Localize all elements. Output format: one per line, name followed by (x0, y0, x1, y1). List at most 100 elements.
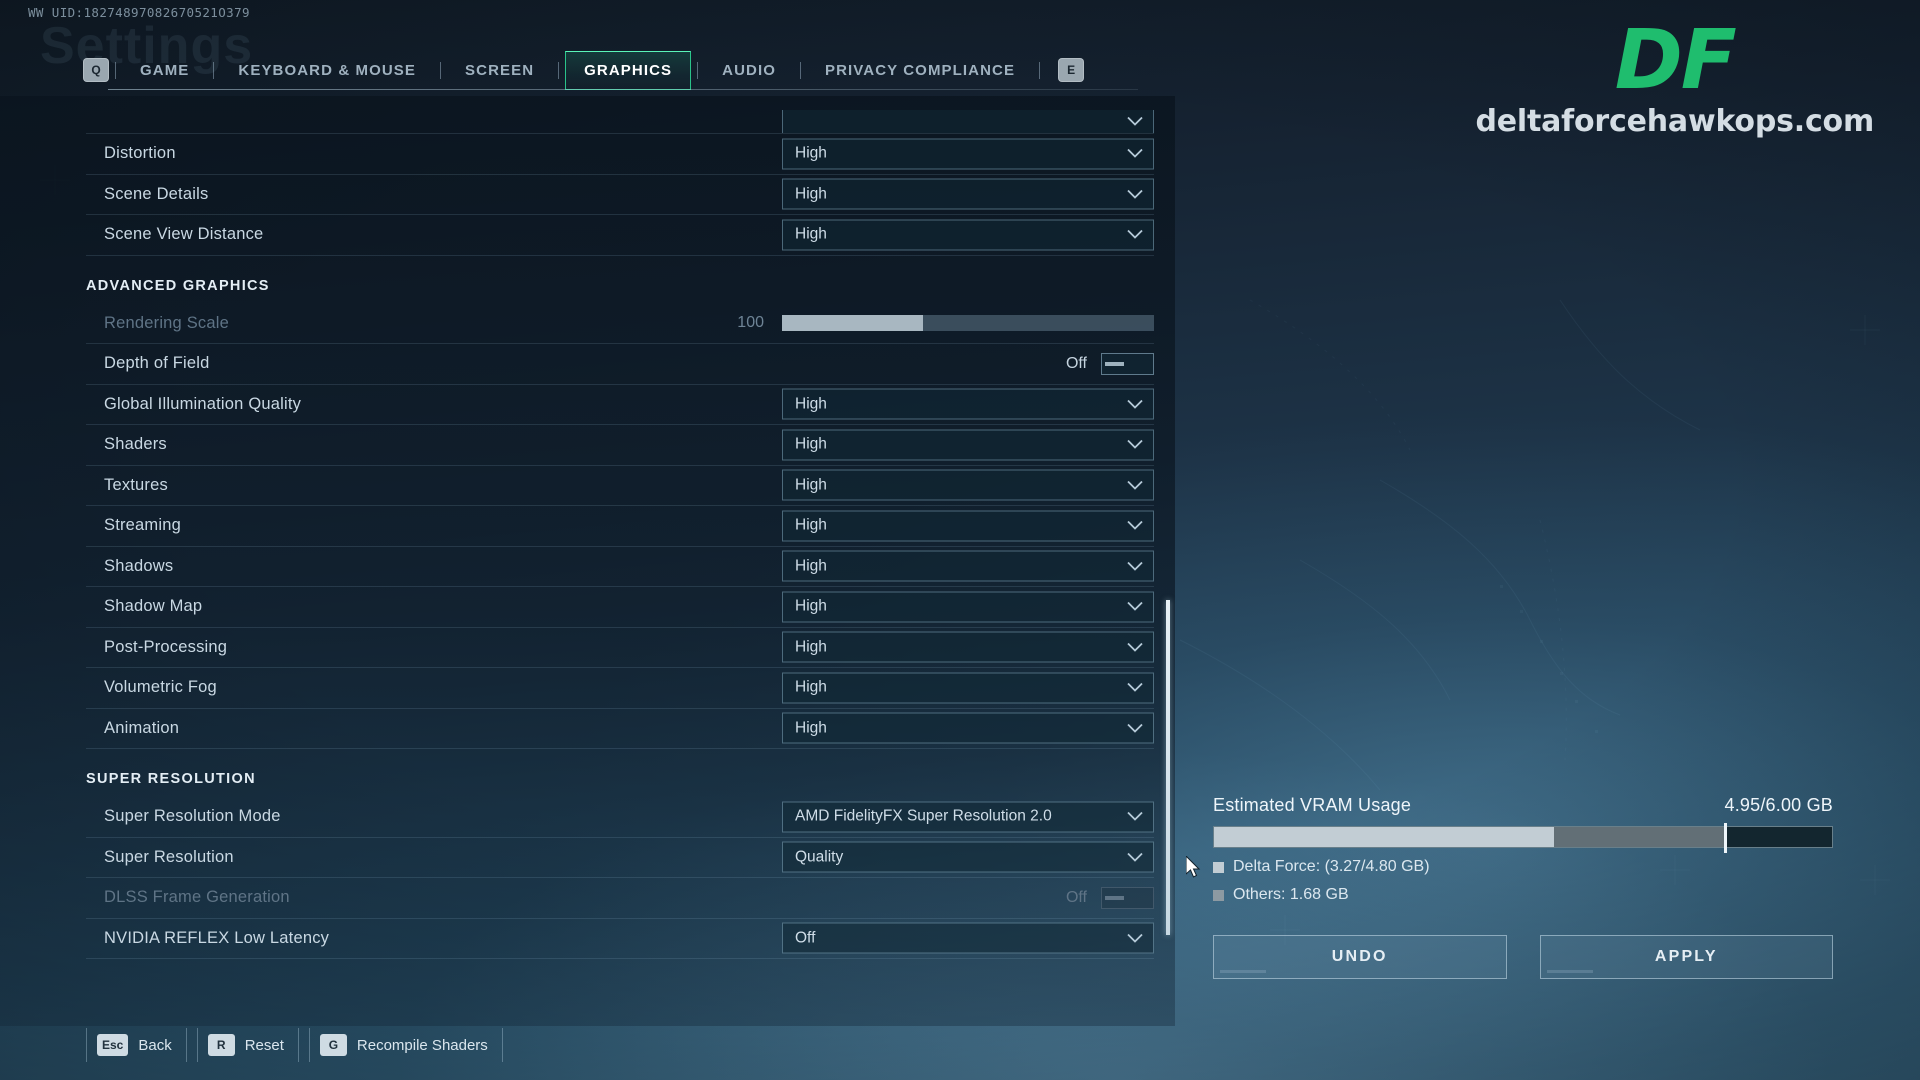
apply-button[interactable]: APPLY (1539, 935, 1833, 979)
dropdown-value: High (795, 225, 827, 243)
toggle-state-label: Off (1065, 888, 1087, 906)
setting-dropdown[interactable] (782, 110, 1154, 133)
setting-dropdown[interactable]: High (782, 138, 1154, 170)
legend-label: Delta Force: (3.27/4.80 GB) (1233, 858, 1430, 875)
dropdown-value: Off (795, 929, 816, 947)
tab-separator (697, 61, 699, 79)
setting-dropdown[interactable]: High (782, 219, 1154, 251)
settings-action-buttons: UNDO APPLY (1213, 935, 1833, 979)
setting-dropdown[interactable]: High (782, 712, 1154, 744)
setting-dropdown[interactable]: High (782, 672, 1154, 704)
settings-group-title: SUPER RESOLUTION (86, 771, 256, 787)
hint-reset[interactable]: R Reset (196, 1028, 299, 1062)
settings-tab-bar: Q GAME KEYBOARD & MOUSE SCREEN GRAPHICS AUDI… (0, 46, 1175, 94)
setting-dropdown[interactable]: AMD FidelityFX Super Resolution 2.0 (782, 801, 1154, 833)
tab-separator (558, 61, 560, 79)
undo-button[interactable]: UNDO (1213, 935, 1507, 979)
setting-slider (782, 315, 1154, 332)
hint-label: Reset (244, 1036, 284, 1054)
tab-audio[interactable]: AUDIO (704, 52, 794, 89)
settings-scrollbar[interactable] (1166, 600, 1170, 935)
tab-game[interactable]: GAME (122, 52, 207, 89)
setting-label: Post-Processing (104, 637, 228, 656)
setting-dropdown[interactable]: High (782, 591, 1154, 623)
setting-row[interactable]: Scene Details High (86, 175, 1154, 215)
chevron-down-icon (1127, 852, 1143, 862)
keyboard-hint-bar: Esc Back R Reset G Recompile Shaders (86, 1028, 513, 1062)
toggle-knob (1105, 895, 1124, 900)
setting-dropdown[interactable]: High (782, 388, 1154, 420)
hint-back[interactable]: Esc Back (86, 1028, 187, 1062)
setting-row[interactable]: Distortion High (86, 134, 1154, 175)
setting-dropdown[interactable]: Off (782, 922, 1154, 954)
setting-row[interactable]: Shadow Map High (86, 587, 1154, 628)
watermark-url: deltaforcehawkops.com (1475, 103, 1874, 139)
tab-separator (115, 61, 116, 79)
tab-privacy-compliance[interactable]: PRIVACY COMPLIANCE (807, 52, 1033, 89)
next-tab-key[interactable]: E (1058, 58, 1085, 82)
vram-title: Estimated VRAM Usage (1213, 795, 1412, 815)
df-logo: DF (1614, 13, 1737, 108)
tab-separator (1039, 61, 1041, 79)
vram-legend: Delta Force: (3.27/4.80 GB) Others: 1.68 … (1213, 858, 1833, 904)
tab-separator (440, 61, 442, 79)
tab-graphics[interactable]: GRAPHICS (565, 50, 692, 90)
setting-row[interactable]: Super Resolution Quality (86, 838, 1154, 878)
dropdown-value: High (795, 597, 827, 615)
dropdown-value: High (795, 719, 827, 737)
setting-dropdown[interactable]: High (782, 469, 1154, 501)
tab-keyboard-mouse[interactable]: KEYBOARD & MOUSE (220, 52, 434, 89)
prev-tab-key[interactable]: Q (83, 58, 109, 82)
dropdown-value: High (795, 678, 827, 696)
tab-bar-underline (108, 89, 1138, 90)
dropdown-value: High (795, 395, 827, 413)
setting-row: Rendering Scale 100 (86, 304, 1154, 344)
vram-segment-game (1214, 827, 1554, 847)
legend-swatch (1213, 889, 1224, 901)
setting-row[interactable]: Shadows High (86, 547, 1154, 587)
setting-dropdown[interactable]: High (782, 429, 1154, 461)
mouse-cursor (1186, 856, 1201, 878)
setting-dropdown[interactable]: High (782, 631, 1154, 663)
setting-row[interactable]: Volumetric Fog High (86, 668, 1154, 709)
setting-dropdown[interactable]: High (782, 550, 1154, 582)
tab-separator (213, 61, 215, 79)
setting-row[interactable]: Global Illumination Quality High (86, 385, 1154, 425)
setting-row[interactable]: Textures High (86, 466, 1154, 506)
setting-toggle[interactable] (1101, 352, 1154, 375)
setting-row[interactable]: Super Resolution Mode AMD FidelityFX Supe… (86, 797, 1154, 838)
settings-group-title: ADVANCED GRAPHICS (86, 277, 270, 294)
hint-label: Recompile Shaders (356, 1036, 488, 1054)
setting-label: Distortion (104, 144, 176, 163)
setting-row[interactable]: Scene View Distance High (86, 215, 1154, 256)
setting-dropdown[interactable]: Quality (782, 841, 1154, 873)
setting-row[interactable]: Depth of Field Off (86, 344, 1154, 385)
legend-swatch (1213, 861, 1224, 873)
dropdown-value: High (795, 476, 827, 494)
tab-separator (799, 61, 801, 79)
setting-row[interactable]: Shaders High (86, 425, 1154, 466)
setting-dropdown[interactable]: High (782, 510, 1154, 542)
dropdown-value: High (795, 144, 827, 162)
graphics-settings-list[interactable]: Distortion High Scene Details High Scene Vie… (86, 110, 1154, 990)
setting-label: Shadow Map (104, 597, 203, 616)
chevron-down-icon (1127, 933, 1143, 943)
setting-row[interactable]: Post-Processing High (86, 628, 1154, 668)
setting-dropdown[interactable]: High (782, 178, 1154, 210)
setting-row: DLSS Frame Generation Off (86, 878, 1154, 919)
hint-recompile-shaders[interactable]: G Recompile Shaders (308, 1028, 503, 1062)
setting-row[interactable]: NVIDIA REFLEX Low Latency Off (86, 919, 1154, 959)
toggle-state-label: Off (1065, 354, 1087, 372)
vram-bar (1213, 823, 1833, 853)
vram-usage-panel: Estimated VRAM Usage 4.95/6.00 GB Delta … (1213, 795, 1833, 904)
tab-screen[interactable]: SCREEN (447, 52, 552, 89)
dropdown-value: High (795, 435, 827, 453)
setting-label: NVIDIA REFLEX Low Latency (104, 928, 330, 947)
setting-row[interactable] (86, 110, 1154, 134)
setting-toggle (1101, 886, 1154, 909)
dropdown-value: Quality (795, 848, 844, 866)
setting-label: Depth of Field (104, 354, 210, 373)
setting-row[interactable]: Animation High (86, 709, 1154, 749)
slider-value: 100 (737, 314, 764, 332)
setting-row[interactable]: Streaming High (86, 506, 1154, 547)
